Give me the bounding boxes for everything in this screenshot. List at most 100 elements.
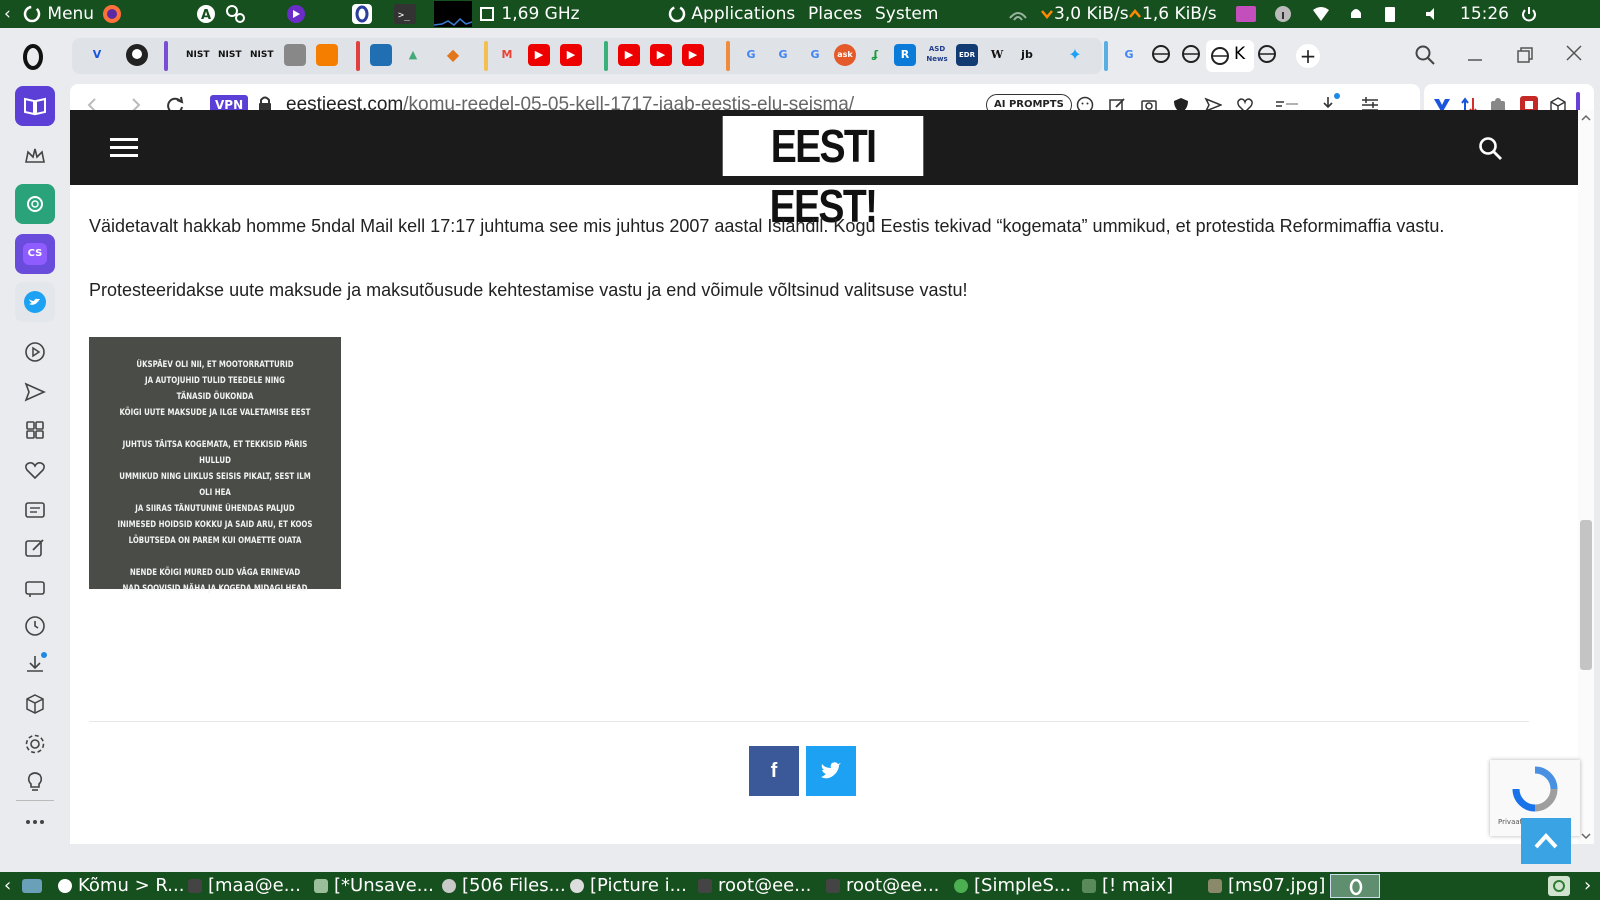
- menu-button[interactable]: Menu: [22, 0, 94, 28]
- network-indicator[interactable]: [1006, 0, 1036, 28]
- tab-youtube-3[interactable]: ▶: [618, 44, 640, 66]
- share-facebook-button[interactable]: f: [749, 746, 799, 796]
- sidebar-chatgpt-button[interactable]: [15, 184, 55, 224]
- tab-metamask[interactable]: ◆: [442, 44, 464, 66]
- volume-tray[interactable]: [1424, 0, 1442, 28]
- heart-icon[interactable]: [23, 458, 47, 482]
- opera-launcher[interactable]: [352, 0, 372, 28]
- taskbar-right-arrow[interactable]: ›: [1584, 872, 1591, 900]
- battery-tray[interactable]: [1384, 0, 1396, 28]
- page-scrollbar-track[interactable]: [1578, 110, 1594, 844]
- tab-asd-news[interactable]: ASD News: [926, 44, 948, 66]
- power-button[interactable]: [1520, 0, 1538, 28]
- tab-s-app[interactable]: [370, 44, 392, 66]
- scroll-up-arrow-icon[interactable]: [1581, 114, 1591, 122]
- notifications-tray[interactable]: [1348, 0, 1364, 28]
- site-logo[interactable]: EESTI EEST!: [722, 116, 924, 232]
- scroll-to-top-button[interactable]: [1521, 818, 1571, 864]
- tab-google-2[interactable]: G: [772, 44, 794, 66]
- player-icon[interactable]: [23, 340, 47, 364]
- apps-grid-icon[interactable]: [23, 418, 47, 442]
- tab-youtube-2[interactable]: ▶: [560, 44, 582, 66]
- panel-left-arrow[interactable]: ‹: [4, 0, 11, 28]
- page-scrollbar-thumb[interactable]: [1580, 520, 1592, 670]
- a-launcher[interactable]: A: [196, 0, 216, 28]
- article-image[interactable]: ÜKSPÄEV OLI NII, ET MOOTORRATTURID JA AU…: [89, 337, 341, 594]
- taskbar-tray-button[interactable]: [1548, 872, 1570, 900]
- terminal-launcher[interactable]: >_: [394, 0, 416, 28]
- podcast-launcher[interactable]: [286, 0, 306, 28]
- taskbar-item[interactable]: root@ee...: [826, 872, 939, 900]
- tab-nist-1[interactable]: NIST: [186, 44, 210, 66]
- taskbar-item[interactable]: [SimpleS...: [954, 872, 1071, 900]
- new-tab-button[interactable]: +: [1296, 44, 1320, 68]
- tab-jb[interactable]: jb: [1016, 44, 1038, 66]
- tab-dribbble-2[interactable]: [1180, 44, 1202, 66]
- tab-youtube-4[interactable]: ▶: [650, 44, 672, 66]
- crown-icon[interactable]: [23, 144, 47, 168]
- hamburger-menu-icon[interactable]: [110, 136, 140, 160]
- firefox-launcher[interactable]: [102, 0, 122, 28]
- sidebar-twitter-button[interactable]: [15, 282, 55, 322]
- taskbar-item[interactable]: [ms07.jpg]: [1208, 872, 1325, 900]
- taskbar-left-arrow[interactable]: ‹: [4, 872, 11, 900]
- site-search-icon[interactable]: [1478, 136, 1504, 162]
- settings-gear-icon[interactable]: [23, 732, 47, 756]
- tab-google-3[interactable]: G: [804, 44, 826, 66]
- tab-youtube-5[interactable]: ▶: [682, 44, 704, 66]
- applications-menu[interactable]: Applications: [668, 0, 795, 28]
- news-icon[interactable]: [23, 498, 47, 522]
- tab-triangle[interactable]: ▲: [402, 44, 424, 66]
- places-menu[interactable]: Places: [808, 0, 862, 28]
- taskbar-item[interactable]: [Picture i...: [570, 872, 687, 900]
- edit-icon[interactable]: [23, 536, 47, 560]
- minimize-icon[interactable]: [1464, 44, 1486, 66]
- info-tray[interactable]: [1274, 0, 1292, 28]
- tab-google-1[interactable]: G: [740, 44, 762, 66]
- sidebar-reader-button[interactable]: [15, 86, 55, 126]
- taskbar-item[interactable]: root@ee...: [698, 872, 811, 900]
- taskbar-active-item[interactable]: [1330, 874, 1380, 898]
- search-tabs-icon[interactable]: [1414, 44, 1436, 66]
- tab-youtube-1[interactable]: ▶: [528, 44, 550, 66]
- tab-github[interactable]: [126, 44, 148, 66]
- tab-gmail[interactable]: M: [496, 44, 518, 66]
- wifi-tray[interactable]: [1312, 0, 1330, 28]
- gears-launcher[interactable]: [224, 0, 246, 28]
- tab-blogger[interactable]: [316, 44, 338, 66]
- tab-twitter[interactable]: ✦: [1064, 44, 1086, 66]
- tab-google-4[interactable]: G: [1118, 44, 1140, 66]
- tab-r[interactable]: R: [894, 44, 916, 66]
- scroll-down-arrow-icon[interactable]: [1581, 832, 1591, 840]
- tab-active[interactable]: K: [1206, 40, 1254, 72]
- tab-document[interactable]: [284, 44, 306, 66]
- show-desktop-button[interactable]: [22, 872, 48, 900]
- tab-vivaldi-v[interactable]: V: [86, 44, 108, 66]
- tab-leaf[interactable]: ʆ: [864, 44, 886, 66]
- tab-nist-2[interactable]: NIST: [218, 44, 242, 66]
- taskbar-item[interactable]: [! maix]: [1082, 872, 1173, 900]
- clock[interactable]: 15:26: [1460, 0, 1509, 28]
- cube-icon[interactable]: [23, 692, 47, 716]
- taskbar-item[interactable]: [maa@e...: [188, 872, 301, 900]
- taskbar-item[interactable]: Kõmu > R...: [58, 872, 184, 900]
- tab-dribbble-1[interactable]: [1150, 44, 1172, 66]
- tab-ask[interactable]: ask: [834, 44, 856, 66]
- send-icon[interactable]: [23, 380, 47, 404]
- tab-nist-3[interactable]: NIST: [250, 44, 274, 66]
- restore-icon[interactable]: [1514, 44, 1536, 66]
- taskbar-item[interactable]: [*Unsave...: [314, 872, 434, 900]
- tab-edr[interactable]: EDR: [956, 44, 978, 66]
- tabs-icon[interactable]: [23, 576, 47, 600]
- audio-tray[interactable]: [1236, 0, 1256, 28]
- tab-wikipedia[interactable]: W: [986, 44, 1008, 66]
- more-dots-icon[interactable]: [23, 810, 47, 834]
- sidebar-cs-button[interactable]: CS: [15, 234, 55, 274]
- tab-dribbble-3[interactable]: [1256, 44, 1278, 66]
- share-twitter-button[interactable]: [806, 746, 856, 796]
- lightbulb-icon[interactable]: [23, 770, 47, 794]
- downloads-icon[interactable]: [23, 652, 47, 676]
- close-window-icon[interactable]: [1563, 42, 1585, 64]
- system-menu[interactable]: System: [875, 0, 938, 28]
- taskbar-item[interactable]: [506 Files...: [442, 872, 566, 900]
